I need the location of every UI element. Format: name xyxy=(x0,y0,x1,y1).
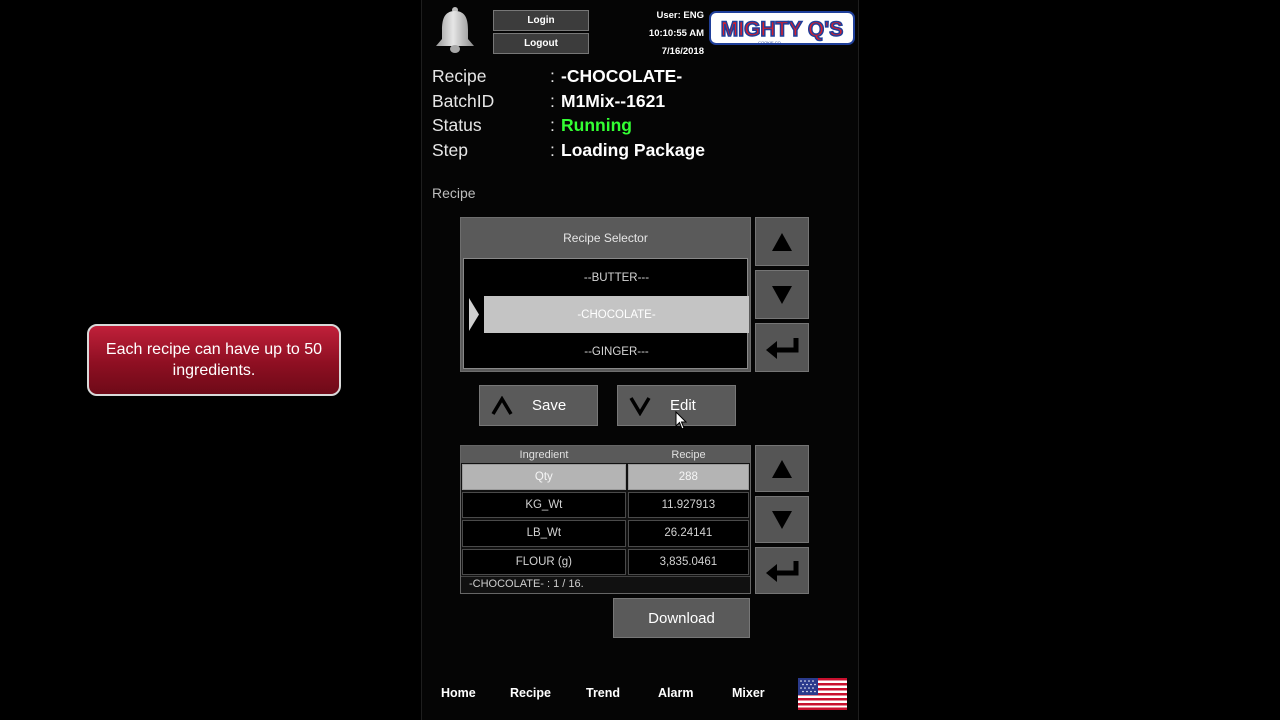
save-label: Save xyxy=(532,397,567,414)
caret-down-icon xyxy=(618,396,662,416)
recipe-selector: Recipe Selector --BUTTER--- -CHOCOLATE- … xyxy=(460,217,751,372)
arrow-down-icon xyxy=(772,285,792,304)
nav-alarm[interactable]: Alarm xyxy=(658,686,693,700)
ingredient-enter-button[interactable] xyxy=(755,547,809,594)
nav-recipe[interactable]: Recipe xyxy=(510,686,551,700)
mouse-cursor-icon xyxy=(675,411,687,430)
nav-home[interactable]: Home xyxy=(441,686,476,700)
login-button[interactable]: Login xyxy=(493,10,589,31)
enter-icon xyxy=(766,560,799,582)
recipe-value: -CHOCOLATE- xyxy=(561,66,683,86)
ingredient-name: LB_Wt xyxy=(462,520,626,547)
table-row[interactable]: LB_Wt 26.24141 xyxy=(461,519,750,547)
ingredient-name: Qty xyxy=(462,464,626,491)
mighty-qs-logo: MIGHTY Q'S COOKIE CO. xyxy=(709,11,855,45)
col-recipe: Recipe xyxy=(671,448,706,461)
recipe-list[interactable]: --BUTTER--- -CHOCOLATE- --GINGER--- xyxy=(463,258,749,370)
arrow-up-icon xyxy=(772,232,792,251)
selector-up-button[interactable] xyxy=(755,217,809,266)
arrow-down-icon xyxy=(772,510,792,529)
selection-arrow-icon xyxy=(469,298,479,331)
enter-icon xyxy=(766,337,799,359)
section-label: Recipe xyxy=(432,185,476,201)
batch-status-fields: Recipe : -CHOCOLATE- BatchID : M1Mix--16… xyxy=(432,66,852,164)
logout-button[interactable]: Logout xyxy=(493,33,589,54)
recipe-item[interactable]: --BUTTER--- xyxy=(484,259,749,296)
us-flag-icon[interactable] xyxy=(798,678,847,710)
edit-label: Edit xyxy=(670,397,696,414)
nav-mixer[interactable]: Mixer xyxy=(732,686,765,700)
status-row: Status : Running xyxy=(432,115,852,140)
nav-trend[interactable]: Trend xyxy=(586,686,620,700)
logo-text: MIGHTY Q'S xyxy=(721,18,843,41)
ingredient-table-header: Ingredient Recipe xyxy=(461,446,750,463)
ingredient-value[interactable]: 3,835.0461 xyxy=(627,548,749,575)
ingredient-table-footer: -CHOCOLATE- : 1 / 16. xyxy=(461,575,750,592)
step-colon: : xyxy=(550,139,555,160)
step-row: Step : Loading Package xyxy=(432,140,852,165)
caret-up-icon xyxy=(480,395,524,416)
ingredient-table: Ingredient Recipe Qty 288 KG_Wt 11.92791… xyxy=(460,445,751,594)
user-label: User: ENG xyxy=(656,10,704,21)
col-ingredient: Ingredient xyxy=(519,448,569,461)
arrow-up-icon xyxy=(772,459,792,478)
recipe-selector-title: Recipe Selector xyxy=(461,218,750,258)
batch-colon: : xyxy=(550,90,555,111)
table-row[interactable]: FLOUR (g) 3,835.0461 xyxy=(461,548,750,576)
recipe-item-selected[interactable]: -CHOCOLATE- xyxy=(484,296,749,333)
save-button[interactable]: Save xyxy=(479,385,598,426)
selector-down-button[interactable] xyxy=(755,270,809,319)
recipe-row: Recipe : -CHOCOLATE- xyxy=(432,66,852,91)
ingredient-down-button[interactable] xyxy=(755,496,809,543)
recipe-item[interactable]: --GINGER--- xyxy=(484,333,749,370)
batch-value: M1Mix--1621 xyxy=(561,90,666,111)
recipe-label: Recipe xyxy=(432,66,487,86)
session-info: User: ENG 10:10:55 AM 7/16/2018 xyxy=(602,7,704,61)
time-label: 10:10:55 AM xyxy=(648,28,704,39)
step-value: Loading Package xyxy=(561,139,705,160)
tooltip-text: Each recipe can have up to 50 ingredient… xyxy=(105,341,323,379)
logo-subtext: COOKIE CO. xyxy=(758,40,782,45)
ingredient-name: KG_Wt xyxy=(462,492,626,519)
selector-enter-button[interactable] xyxy=(755,323,809,372)
hmi-panel: Login Logout User: ENG 10:10:55 AM 7/16/… xyxy=(421,0,859,720)
ingredient-name: FLOUR (g) xyxy=(462,548,626,575)
bell-icon[interactable] xyxy=(432,6,478,54)
ingredient-up-button[interactable] xyxy=(755,445,809,492)
ingredient-value[interactable]: 11.927913 xyxy=(627,492,749,519)
info-tooltip: Each recipe can have up to 50 ingredient… xyxy=(87,324,341,396)
status-value: Running xyxy=(561,115,632,135)
ingredient-value[interactable]: 288 xyxy=(627,464,749,491)
batch-row: BatchID : M1Mix--1621 xyxy=(432,91,852,116)
status-colon: : xyxy=(550,115,555,135)
ingredient-value[interactable]: 26.24141 xyxy=(627,520,749,547)
date-label: 7/16/2018 xyxy=(661,46,704,57)
batch-label: BatchID xyxy=(432,90,495,111)
download-button[interactable]: Download xyxy=(613,598,750,638)
status-label: Status xyxy=(432,115,482,135)
step-label: Step xyxy=(432,139,468,160)
table-row[interactable]: KG_Wt 11.927913 xyxy=(461,491,750,519)
table-row[interactable]: Qty 288 xyxy=(461,463,750,491)
recipe-colon: : xyxy=(550,66,555,86)
